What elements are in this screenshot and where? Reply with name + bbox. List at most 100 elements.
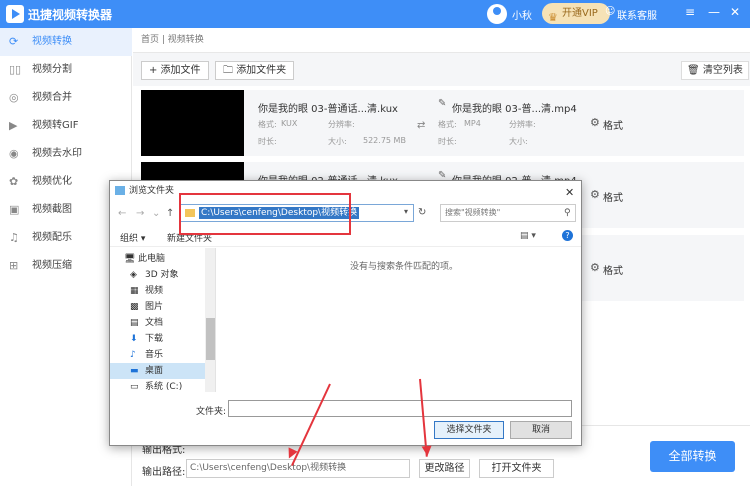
video-convert-icon: ⟳ bbox=[9, 35, 19, 48]
close-icon[interactable]: ✕ bbox=[565, 183, 574, 203]
meta-size-label: 大小: bbox=[328, 137, 347, 146]
tree-item-label: 此电脑 bbox=[138, 254, 166, 264]
open-folder-button[interactable]: 打开文件夹 bbox=[479, 459, 554, 478]
gear-icon: ⚙ bbox=[590, 188, 600, 201]
close-icon[interactable]: ✕ bbox=[730, 5, 740, 19]
music-note-icon: ♪ bbox=[130, 350, 136, 360]
menu-icon[interactable]: ≡ bbox=[685, 5, 695, 19]
output-path-label: 输出路径: bbox=[142, 467, 186, 478]
help-icon[interactable]: ? bbox=[562, 230, 573, 241]
format-label: 格式 bbox=[603, 266, 623, 277]
meta-out-format: MP4 bbox=[464, 119, 481, 128]
meta-format-label: 格式: bbox=[258, 120, 277, 129]
vip-button[interactable]: ♛ 开通VIP bbox=[542, 3, 610, 24]
clear-list-button[interactable]: 🗑 清空列表 bbox=[681, 61, 749, 80]
tree-item[interactable]: ▦ 视频 bbox=[110, 283, 205, 299]
select-folder-button[interactable]: 选择文件夹 bbox=[434, 421, 504, 439]
target-filename: 你是我的眼 03-普...清.mp4 bbox=[452, 104, 577, 115]
shuffle-icon: ⇄ bbox=[417, 120, 426, 131]
add-file-button[interactable]: + 添加文件 bbox=[141, 61, 209, 80]
add-folder-button[interactable]: 🗀 添加文件夹 bbox=[215, 61, 295, 80]
format-button[interactable]: ⚙ 格式 bbox=[590, 116, 623, 132]
video-icon: ▦ bbox=[130, 286, 139, 296]
sidebar-item-merge[interactable]: ◎ 视频合并 bbox=[0, 84, 132, 112]
breadcrumb: 首页 | 视频转换 bbox=[133, 28, 750, 53]
user-name[interactable]: 小秋 bbox=[512, 7, 532, 22]
sidebar-item-gif[interactable]: ▶ 视频转GIF bbox=[0, 112, 132, 140]
format-button[interactable]: ⚙ 格式 bbox=[590, 261, 623, 277]
output-path-field[interactable]: C:\Users\cenfeng\Desktop\视频转换 bbox=[186, 459, 410, 478]
chevron-down-icon[interactable]: ▾ bbox=[404, 207, 408, 216]
tree-item[interactable]: 🖥 此电脑 bbox=[110, 251, 205, 267]
tree-item[interactable]: ▩ 图片 bbox=[110, 299, 205, 315]
video-thumbnail bbox=[141, 90, 244, 156]
sidebar-item-split[interactable]: ▯▯ 视频分割 bbox=[0, 56, 132, 84]
search-placeholder: 搜索"视频转换" bbox=[445, 208, 501, 217]
view-icon[interactable]: ▤ ▾ bbox=[520, 231, 536, 241]
convert-all-button[interactable]: 全部转换 bbox=[650, 441, 735, 472]
picture-icon: ▩ bbox=[130, 302, 139, 312]
meta-resolution-label: 分辨率: bbox=[509, 120, 536, 129]
chat-icon: ☺ bbox=[605, 6, 616, 17]
scrollbar-thumb[interactable] bbox=[206, 318, 215, 360]
change-path-button[interactable]: 更改路径 bbox=[419, 459, 470, 478]
sidebar-item-label: 视频转GIF bbox=[32, 120, 79, 131]
folder-name-input[interactable] bbox=[228, 400, 572, 417]
gear-icon: ⚙ bbox=[590, 261, 600, 274]
format-button[interactable]: ⚙ 格式 bbox=[590, 188, 623, 204]
back-icon[interactable]: ← bbox=[118, 208, 126, 219]
title-bar: 迅捷视频转换器 小秋 ♛ 开通VIP ☺ 联系客服 ≡ — ✕ bbox=[0, 0, 750, 28]
tree-item[interactable]: ◈ 3D 对象 bbox=[110, 267, 205, 283]
tree-item[interactable]: ⬇ 下载 bbox=[110, 331, 205, 347]
tree-item[interactable]: ▤ 文档 bbox=[110, 315, 205, 331]
empty-message: 没有与搜索条件匹配的项。 bbox=[350, 262, 459, 272]
forward-icon[interactable]: → bbox=[136, 208, 144, 219]
service-button[interactable]: ☺ 联系客服 bbox=[605, 6, 657, 22]
tree-scrollbar[interactable] bbox=[205, 248, 215, 392]
folder-icon bbox=[115, 186, 125, 195]
meta-duration-label: 时长: bbox=[258, 137, 277, 146]
download-icon: ⬇ bbox=[130, 334, 138, 344]
sidebar-item-label: 视频分割 bbox=[32, 64, 72, 75]
sidebar-item-convert[interactable]: ⟳ 视频转换 bbox=[0, 28, 132, 56]
meta-size: 522.75 MB bbox=[363, 136, 406, 145]
edit-icon[interactable]: ✎ bbox=[438, 98, 446, 109]
chevron-down-icon[interactable]: ⌄ bbox=[152, 208, 160, 219]
service-label: 联系客服 bbox=[617, 11, 657, 22]
user-avatar[interactable] bbox=[487, 4, 507, 24]
organize-button[interactable]: 组织 ▾ bbox=[120, 231, 145, 244]
crown-icon: ♛ bbox=[548, 11, 558, 24]
trash-icon: 🗑 bbox=[687, 65, 700, 76]
desktop-icon: ▬ bbox=[130, 366, 139, 376]
up-icon[interactable]: ↑ bbox=[166, 208, 174, 219]
meta-format: KUX bbox=[281, 119, 298, 128]
app-window: 迅捷视频转换器 小秋 ♛ 开通VIP ☺ 联系客服 ≡ — ✕ ⟳ 视频转换 ▯… bbox=[0, 0, 750, 486]
add-folder-label: 添加文件夹 bbox=[236, 65, 287, 76]
tree-item[interactable]: ♪ 音乐 bbox=[110, 347, 205, 363]
search-icon: ⚲ bbox=[564, 208, 571, 218]
tree-item-label: 视频 bbox=[145, 286, 164, 296]
compress-icon: ⊞ bbox=[9, 259, 19, 272]
tree-item-label: 文档 bbox=[145, 318, 164, 328]
clear-list-label: 清空列表 bbox=[702, 65, 743, 76]
search-input[interactable]: 搜索"视频转换" ⚲ bbox=[440, 204, 576, 222]
meta-resolution-label: 分辨率: bbox=[328, 120, 355, 129]
refresh-icon[interactable]: ↻ bbox=[418, 207, 426, 218]
sidebar-item-watermark[interactable]: ◉ 视频去水印 bbox=[0, 140, 132, 168]
meta-size-label: 大小: bbox=[509, 137, 528, 146]
tree-item-label: 系统 (C:) bbox=[145, 382, 183, 392]
sidebar-item-label: 视频压缩 bbox=[32, 260, 72, 271]
cube-icon: ◈ bbox=[130, 270, 137, 280]
tree-item[interactable]: ▭ 系统 (C:) bbox=[110, 379, 205, 392]
gif-icon: ▶ bbox=[9, 119, 18, 132]
cancel-button[interactable]: 取消 bbox=[510, 421, 572, 439]
tree-item-label: 音乐 bbox=[145, 350, 164, 360]
app-title: 迅捷视频转换器 bbox=[28, 8, 113, 22]
document-icon: ▤ bbox=[130, 318, 139, 328]
minimize-icon[interactable]: — bbox=[708, 5, 720, 19]
folder-icon: 🗀 bbox=[223, 65, 233, 76]
sidebar-item-label: 视频去水印 bbox=[32, 148, 82, 159]
tree-item[interactable]: ▬ 桌面 bbox=[110, 363, 205, 379]
file-row[interactable]: 你是我的眼 03-普通话...清.kux 格式: KUX 分辨率: 时长: 大小… bbox=[141, 90, 744, 156]
meta-format-label: 格式: bbox=[438, 120, 457, 129]
